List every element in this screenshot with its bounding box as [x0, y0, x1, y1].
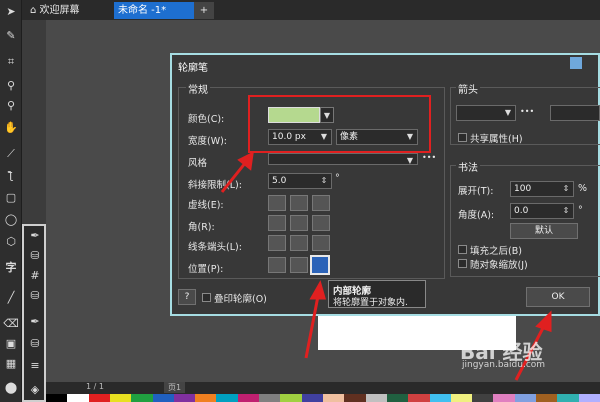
- palette-swatch[interactable]: [323, 394, 345, 402]
- palette-swatch[interactable]: [195, 394, 217, 402]
- palette-swatch[interactable]: [152, 394, 174, 402]
- arrow-head: [309, 280, 326, 300]
- palette-swatch[interactable]: [450, 394, 473, 402]
- palette-swatch[interactable]: [578, 394, 600, 402]
- palette-swatch[interactable]: [301, 394, 323, 402]
- palette-swatch[interactable]: [514, 394, 537, 402]
- palette-swatch[interactable]: [131, 394, 153, 402]
- palette-swatch[interactable]: [109, 394, 132, 402]
- arrow-to-inside-outline: [304, 295, 320, 359]
- palette-swatch[interactable]: [429, 394, 451, 402]
- palette-swatch[interactable]: [88, 394, 110, 402]
- page-tab[interactable]: 页1: [164, 382, 186, 393]
- palette-swatch[interactable]: [237, 394, 260, 402]
- palette-swatch[interactable]: [365, 394, 387, 402]
- palette-swatch[interactable]: [67, 394, 89, 402]
- status-bar: 1 / 1 页1: [46, 382, 600, 394]
- palette-swatch[interactable]: [173, 394, 196, 402]
- palette-swatch[interactable]: [259, 394, 281, 402]
- page-navigator[interactable]: 1 / 1: [86, 382, 104, 391]
- color-palette: [46, 394, 600, 402]
- palette-swatch[interactable]: [536, 394, 558, 402]
- palette-swatch[interactable]: [557, 394, 579, 402]
- arrow-head: [535, 310, 552, 333]
- palette-swatch[interactable]: [46, 394, 68, 402]
- palette-swatch[interactable]: [408, 394, 430, 402]
- watermark-url: jingyan.baidu.com: [462, 360, 546, 370]
- palette-swatch[interactable]: [344, 394, 366, 402]
- palette-swatch[interactable]: [216, 394, 238, 402]
- palette-swatch[interactable]: [280, 394, 302, 402]
- arrow-to-settings: [220, 161, 248, 193]
- palette-swatch[interactable]: [472, 394, 494, 402]
- palette-swatch[interactable]: [386, 394, 409, 402]
- palette-swatch[interactable]: [493, 394, 515, 402]
